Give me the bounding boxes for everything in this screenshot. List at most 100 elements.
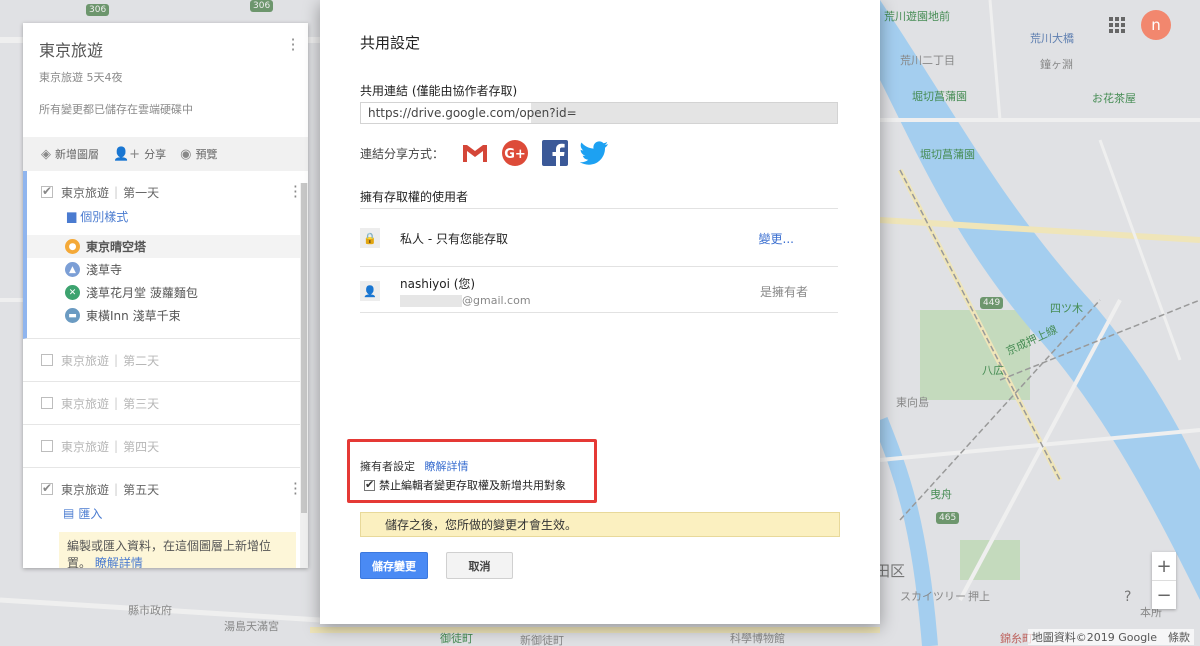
visibility-status: 私人 - 只有您能存取: [400, 231, 508, 246]
access-users-label: 擁有存取權的使用者: [360, 190, 469, 204]
share-button[interactable]: 👤+ 分享: [113, 146, 166, 162]
person-add-icon: 👤+: [113, 146, 141, 162]
more-options-icon[interactable]: · · ·: [288, 32, 298, 58]
learn-more-link[interactable]: 瞭解詳情: [95, 556, 143, 568]
separator: |: [114, 482, 119, 496]
place-name: 淺草花月堂 菠蘿麵包: [86, 286, 198, 300]
google-plus-icon[interactable]: G+: [500, 138, 530, 168]
share-label: 分享: [144, 148, 167, 161]
dialog-title: 共用設定: [360, 34, 421, 52]
file-import-icon: ▤: [63, 506, 75, 520]
layer-day-1: 東京旅遊 | 第一天 ··· ▆ 個別樣式 ● 東京晴空塔 ▲ 淺草寺 ✕ 淺草…: [23, 171, 308, 339]
place-item[interactable]: ▲ 淺草寺: [27, 258, 308, 281]
visibility-row: 🔒 私人 - 只有您能存取 變更...: [360, 228, 838, 248]
place-name: 東橫Inn 淺草千束: [86, 309, 181, 323]
layer-header[interactable]: 東京旅遊 | 第二天: [23, 339, 308, 381]
save-changes-button[interactable]: 儲存變更: [360, 552, 428, 579]
cancel-button[interactable]: 取消: [446, 552, 513, 579]
panel-header: 東京旅遊 東京旅遊 5天4夜 所有變更都已儲存在雲端硬碟中 · · ·: [23, 23, 308, 123]
layers-icon: ◈: [41, 146, 51, 162]
layer-header[interactable]: 東京旅遊 | 第四天: [23, 425, 308, 467]
place-item[interactable]: ▬ 東橫Inn 淺草千束: [27, 304, 308, 327]
layer-day-5: 東京旅遊 | 第五天 ··· ▤ 匯入 編製或匯入資料，在這個圖層上新增位置。 …: [23, 468, 308, 568]
paint-roller-icon: ▆: [67, 209, 77, 223]
facebook-icon[interactable]: [540, 138, 570, 168]
sharing-settings-dialog: 共用設定 共用連結 (僅能由協作者存取) https://drive.googl…: [320, 0, 880, 624]
individual-style-link[interactable]: ▆ 個別樣式: [27, 203, 308, 229]
place-item[interactable]: ● 東京晴空塔: [27, 235, 308, 258]
account-avatar[interactable]: n: [1141, 10, 1171, 40]
separator: |: [114, 185, 119, 199]
layer-day: 第二天: [123, 353, 160, 368]
layer-day-4: 東京旅遊 | 第四天: [23, 425, 308, 468]
map-attribution[interactable]: 地圖資料©2019 Google 條款: [1027, 629, 1194, 645]
layer-day-3: 東京旅遊 | 第三天: [23, 382, 308, 425]
zoom-out-icon[interactable]: −: [1152, 581, 1176, 609]
owner-user-row: 👤 nashiyoi (您) @gmail.com 是擁有者: [360, 275, 838, 307]
map-layers-panel: 東京旅遊 東京旅遊 5天4夜 所有變更都已儲存在雲端硬碟中 · · · ◈ 新增圖層…: [23, 23, 308, 568]
divider: [360, 208, 838, 209]
preview-label: 預覽: [195, 148, 218, 161]
zoom-in-icon[interactable]: +: [1152, 552, 1176, 580]
hotel-icon: ▬: [65, 308, 80, 323]
layer-day: 第三天: [123, 396, 160, 411]
person-icon: 👤: [360, 281, 380, 301]
import-info-box: 編製或匯入資料，在這個圖層上新增位置。 瞭解詳情: [59, 532, 296, 568]
place-item[interactable]: ✕ 淺草花月堂 菠蘿麵包: [27, 281, 308, 304]
highlight-annotation-box: [347, 439, 597, 503]
eye-icon: ◉: [180, 146, 192, 162]
preview-button[interactable]: ◉ 預覽: [180, 146, 217, 162]
share-via-row: 連結分享方式： G+: [360, 138, 610, 168]
import-label: 匯入: [78, 506, 103, 521]
layer-header[interactable]: 東京旅遊 | 第三天: [23, 382, 308, 424]
layer-day: 第五天: [123, 482, 160, 497]
layer-visibility-checkbox[interactable]: [41, 440, 53, 452]
map-description[interactable]: 東京旅遊 5天4夜: [39, 69, 292, 85]
layer-options-icon[interactable]: · · ·: [293, 179, 298, 205]
layer-visibility-checkbox[interactable]: [41, 184, 53, 198]
change-visibility-link[interactable]: 變更...: [759, 230, 794, 247]
style-link-label: 個別樣式: [80, 209, 129, 224]
layer-visibility-checkbox[interactable]: [41, 354, 53, 366]
lock-icon: 🔒: [360, 228, 380, 248]
share-via-label: 連結分享方式：: [360, 146, 445, 161]
place-name: 淺草寺: [86, 263, 123, 277]
divider: [360, 266, 838, 267]
save-status: 所有變更都已儲存在雲端硬碟中: [39, 103, 193, 116]
place-name: 東京晴空塔: [86, 240, 147, 254]
share-link-label: 共用連結 (僅能由協作者存取): [360, 84, 518, 98]
user-info: nashiyoi (您) @gmail.com: [400, 275, 531, 307]
apps-grid-icon[interactable]: [1109, 17, 1125, 33]
layer-name: 東京旅遊: [61, 396, 110, 411]
gmail-icon[interactable]: [460, 138, 490, 168]
layer-options-icon[interactable]: · · ·: [293, 476, 298, 502]
layer-visibility-checkbox[interactable]: [41, 397, 53, 409]
divider: [360, 312, 838, 313]
temple-icon: ▲: [65, 262, 80, 277]
separator: |: [114, 439, 119, 453]
help-icon[interactable]: ?: [1124, 589, 1131, 605]
layer-name: 東京旅遊: [61, 353, 110, 368]
import-link[interactable]: ▤ 匯入: [23, 500, 308, 526]
owner-role: 是擁有者: [759, 284, 808, 299]
panel-toolbar: ◈ 新增圖層 👤+ 分享 ◉ 預覽: [23, 137, 308, 171]
add-layer-label: 新增圖層: [55, 148, 99, 161]
map-title[interactable]: 東京旅遊: [39, 37, 292, 61]
share-link-input[interactable]: https://drive.google.com/open?id=: [360, 102, 838, 124]
scrollbar-thumb[interactable]: [301, 183, 307, 513]
user-name: nashiyoi (您): [400, 277, 476, 291]
layer-day: 第四天: [123, 439, 160, 454]
panel-scrollbar[interactable]: [300, 183, 308, 568]
layer-day-2: 東京旅遊 | 第二天: [23, 339, 308, 382]
twitter-icon[interactable]: [580, 138, 610, 168]
separator: |: [114, 353, 119, 367]
add-layer-button[interactable]: ◈ 新增圖層: [41, 146, 99, 162]
layer-name: 東京旅遊: [61, 185, 110, 200]
layer-visibility-checkbox[interactable]: [41, 481, 53, 495]
unsaved-notice: 儲存之後，您所做的變更才會生效。: [360, 512, 840, 537]
redacted-email-prefix: [400, 294, 462, 307]
layer-name: 東京旅遊: [61, 482, 110, 497]
restaurant-icon: ✕: [65, 285, 80, 300]
zoom-controls: + −: [1152, 552, 1176, 609]
layer-name: 東京旅遊: [61, 439, 110, 454]
